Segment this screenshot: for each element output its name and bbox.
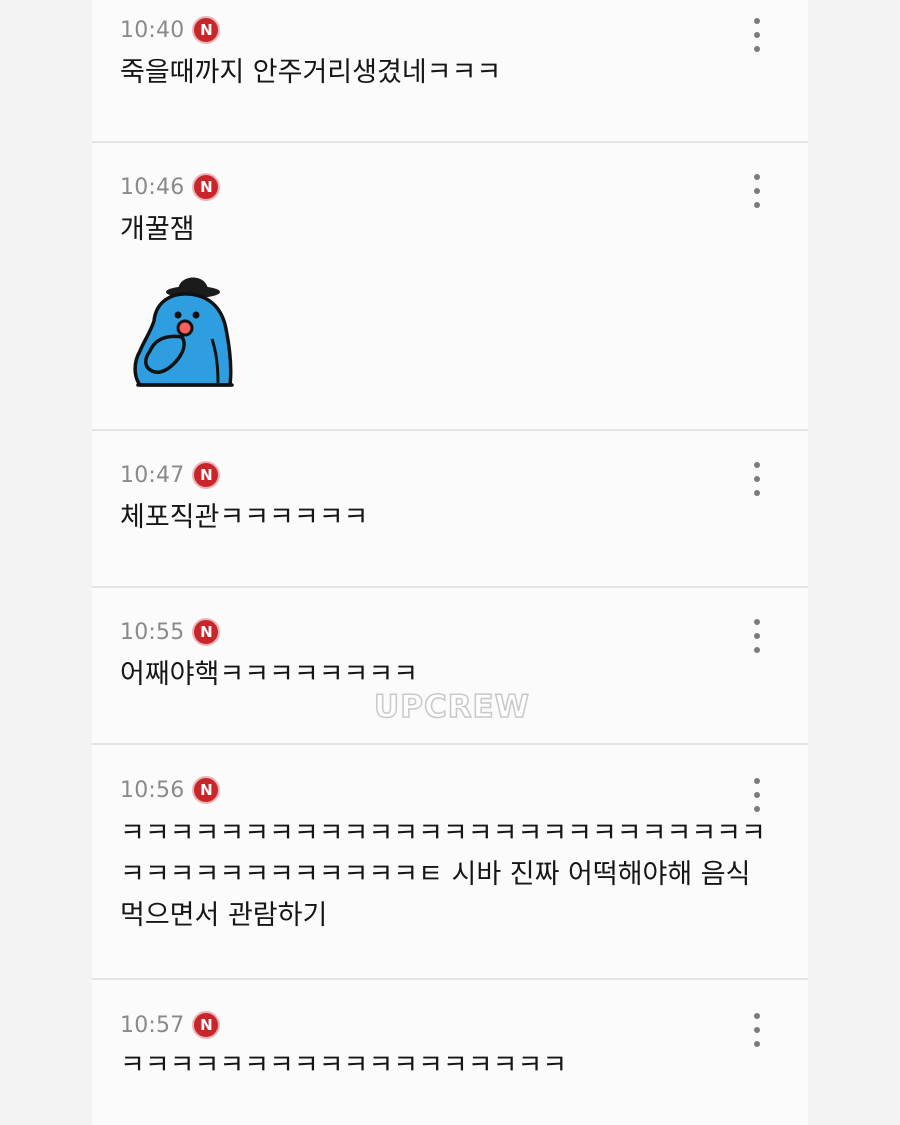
comment-item: 10:47 N 체포직관ㅋㅋㅋㅋㅋㅋ [92, 431, 808, 588]
more-vertical-icon[interactable] [748, 174, 766, 208]
more-vertical-icon[interactable] [748, 619, 766, 653]
comment-item: 10:57 N ㅋㅋㅋㅋㅋㅋㅋㅋㅋㅋㅋㅋㅋㅋㅋㅋㅋㅋ [92, 980, 808, 1125]
comment-time: 10:46 [120, 174, 185, 200]
new-badge-icon: N [192, 618, 221, 646]
comment-time: 10:47 [120, 462, 185, 488]
comment-time: 10:56 [120, 777, 185, 803]
watermark: UPCREW [373, 688, 530, 726]
new-badge-icon: N [192, 776, 221, 804]
new-badge-icon: N [192, 461, 221, 489]
comment-meta: 10:56 N [120, 775, 221, 805]
comment-feed: 10:40 N 죽을때까지 안주거리생겼네ㅋㅋㅋ 10:46 N 개꿀잼 10:… [92, 0, 808, 1125]
comment-item: 10:40 N 죽을때까지 안주거리생겼네ㅋㅋㅋ [92, 0, 808, 143]
comment-meta: 10:57 N [120, 1010, 221, 1040]
more-vertical-icon[interactable] [748, 1013, 766, 1047]
comment-time: 10:55 [120, 619, 185, 645]
comment-item: 10:56 N ㅋㅋㅋㅋㅋㅋㅋㅋㅋㅋㅋㅋㅋㅋㅋㅋㅋㅋㅋㅋㅋㅋㅋㅋㅋㅋ ㅋㅋㅋㅋㅋ… [92, 745, 808, 980]
sticker-blue-character-icon [133, 277, 234, 387]
comment-text: ㅋㅋㅋㅋㅋㅋㅋㅋㅋㅋㅋㅋㅋㅋㅋㅋㅋㅋㅋㅋㅋㅋㅋㅋㅋㅋ ㅋㅋㅋㅋㅋㅋㅋㅋㅋㅋㅋㅋㅌ… [120, 818, 766, 931]
more-vertical-icon[interactable] [748, 778, 766, 812]
more-vertical-icon[interactable] [748, 462, 766, 496]
more-vertical-icon[interactable] [748, 18, 766, 52]
comment-screen: 10:40 N 죽을때까지 안주거리생겼네ㅋㅋㅋ 10:46 N 개꿀잼 10:… [0, 0, 900, 1125]
new-badge-icon: N [192, 1011, 221, 1039]
comment-text: 개꿀잼 [120, 214, 195, 245]
new-badge-icon: N [192, 173, 221, 201]
comment-meta: 10:46 N [120, 172, 221, 202]
comment-item: 10:46 N 개꿀잼 [92, 143, 808, 431]
comment-meta: 10:55 N [120, 617, 221, 647]
comment-text: ㅋㅋㅋㅋㅋㅋㅋㅋㅋㅋㅋㅋㅋㅋㅋㅋㅋㅋ [120, 1050, 568, 1081]
new-badge-icon: N [192, 16, 221, 44]
comment-time: 10:40 [120, 17, 185, 43]
comment-text: 죽을때까지 안주거리생겼네ㅋㅋㅋ [120, 57, 502, 88]
comment-meta: 10:47 N [120, 460, 221, 490]
comment-meta: 10:40 N [120, 15, 221, 45]
comment-time: 10:57 [120, 1012, 185, 1038]
comment-text: 체포직관ㅋㅋㅋㅋㅋㅋ [120, 502, 369, 533]
